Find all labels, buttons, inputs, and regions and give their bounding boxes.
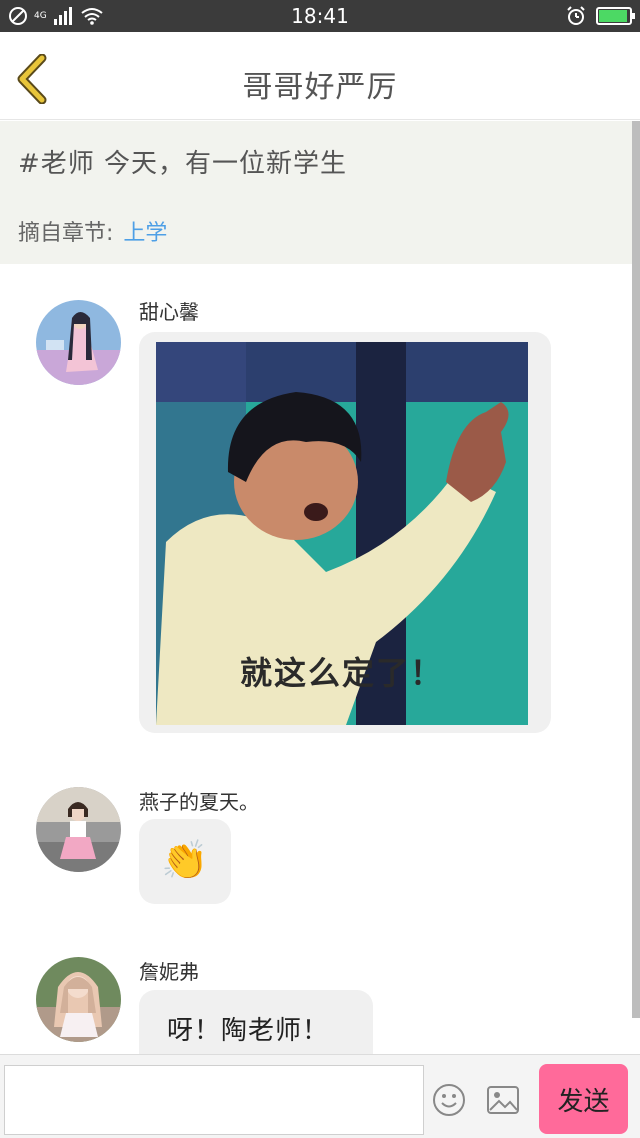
meme-image[interactable]: 就这么定了！ xyxy=(156,342,528,725)
clapping-hands-emoji: 👏 xyxy=(161,838,209,882)
send-button[interactable]: 发送 xyxy=(539,1064,628,1134)
avatar-image xyxy=(36,957,121,1042)
message-bubble[interactable]: 就这么定了！ xyxy=(139,332,551,733)
alarm-icon xyxy=(567,6,585,25)
meme-caption: 就这么定了！ xyxy=(239,654,444,692)
avatar-image xyxy=(36,300,121,385)
message-item: 燕子的夏天。 👏 xyxy=(0,780,632,910)
scrollbar[interactable] xyxy=(632,121,640,1018)
composer-bar: 发送 xyxy=(0,1054,640,1138)
message-input[interactable] xyxy=(4,1065,424,1135)
page-title: 哥哥好严厉 xyxy=(242,70,398,105)
status-time: 18:41 xyxy=(291,4,349,28)
quote-source: 摘自章节: 上学 xyxy=(18,215,167,247)
message-bubble[interactable]: 呀！陶老师！ xyxy=(139,990,373,1054)
chapter-link[interactable]: 上学 xyxy=(123,221,167,246)
smiley-icon xyxy=(433,1084,465,1116)
message-bubble[interactable]: 👏 xyxy=(139,819,231,904)
username: 燕子的夏天。 xyxy=(139,790,259,814)
avatar[interactable] xyxy=(36,787,121,872)
image-icon xyxy=(487,1086,519,1114)
status-right xyxy=(566,6,635,26)
quote-text: #老师 今天，有一位新学生 xyxy=(18,149,348,179)
quote-block: #老师 今天，有一位新学生 摘自章节: 上学 xyxy=(0,121,632,264)
header: 哥哥好严厉 xyxy=(0,32,640,120)
status-bar: 4G 18:41 xyxy=(0,0,640,32)
message-item: 詹妮弗 呀！陶老师！ xyxy=(0,950,632,1054)
emoji-button[interactable] xyxy=(432,1083,466,1117)
avatar[interactable] xyxy=(36,957,121,1042)
message-text: 呀！陶老师！ xyxy=(167,1016,330,1046)
avatar-image xyxy=(36,787,121,872)
message-item: 甜心馨 就这么定了！ xyxy=(0,290,632,750)
username: 詹妮弗 xyxy=(139,960,199,984)
source-label: 摘自章节: xyxy=(18,221,114,246)
image-button[interactable] xyxy=(486,1085,520,1115)
avatar[interactable] xyxy=(36,300,121,385)
username: 甜心馨 xyxy=(139,300,199,324)
battery-icon xyxy=(596,7,635,25)
